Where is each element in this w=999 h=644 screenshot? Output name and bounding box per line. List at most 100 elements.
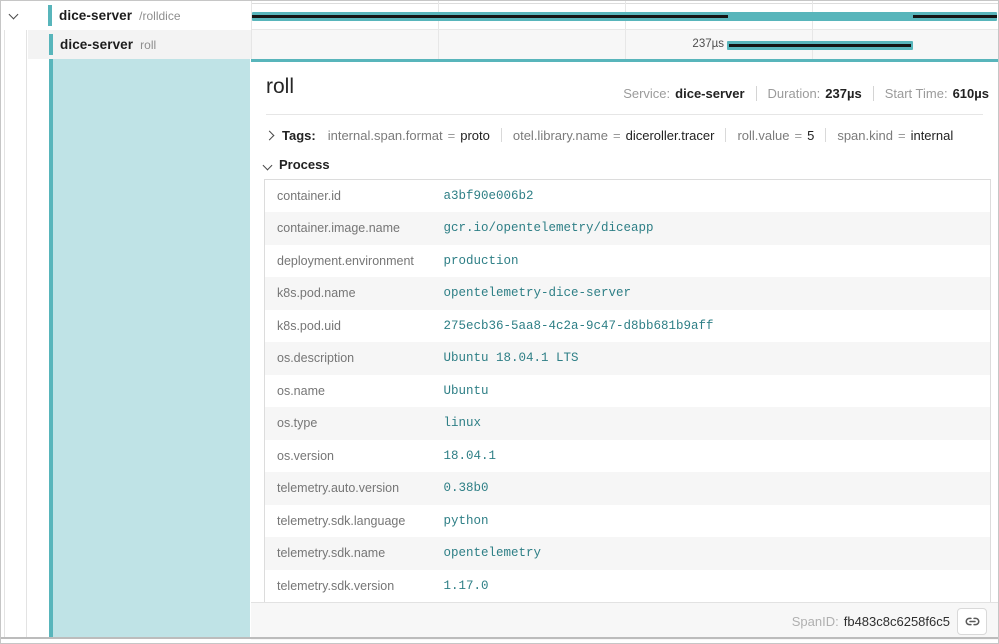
detail-row-bottom-border [1,637,998,639]
service-color-bar [48,5,52,26]
chevron-down-icon [263,160,273,170]
tag-item: roll.value = 5 [737,128,814,143]
indent-guide [4,30,5,637]
kv-value: gcr.io/opentelemetry/diceapp [444,212,991,245]
service-name: dice-server [59,8,132,23]
tag-item: span.kind = internal [837,128,953,143]
critical-path-segment [913,15,997,18]
kv-key: container.image.name [265,212,444,245]
tag-value: 5 [807,128,814,143]
gridline-50pct [625,1,626,59]
span-title: roll [266,75,294,99]
tag-equals: = [898,128,906,143]
duration-label: Duration: [768,86,821,101]
span-duration-label: 237µs [692,38,724,50]
copy-span-link-button[interactable] [957,608,987,635]
tags-accordion[interactable]: Tags: internal.span.format = proto otel.… [266,122,953,148]
kv-key: telemetry.sdk.language [265,505,444,538]
trace-timeline: 237µs [251,1,998,59]
kv-key: os.name [265,375,444,408]
meta-separator [873,86,874,101]
span-detail-panel: roll Service: dice-server Duration: 237µ… [251,59,998,637]
span-bar-roll[interactable] [727,41,913,50]
kv-key: telemetry.sdk.name [265,537,444,570]
kv-key: os.version [265,440,444,473]
duration-value: 237µs [825,86,861,101]
tag-key: roll.value [737,128,789,143]
kv-value: Ubuntu [444,375,991,408]
table-row: k8s.pod.name opentelemetry-dice-server [265,277,991,310]
critical-path-segment [729,44,911,47]
tag-equals: = [613,128,621,143]
tag-value: proto [460,128,490,143]
kv-value: 0.38b0 [444,472,991,505]
kv-key: deployment.environment [265,245,444,278]
service-color-bar [49,34,53,55]
tag-item: internal.span.format = proto [328,128,490,143]
span-meta: Service: dice-server Duration: 237µs Sta… [623,86,989,101]
table-row: container.image.name gcr.io/opentelemetr… [265,212,991,245]
table-row: k8s.pod.uid 275ecb36-5aa8-4c2a-9c47-d8bb… [265,310,991,343]
table-row: os.version 18.04.1 [265,440,991,473]
table-row: telemetry.auto.version 0.38b0 [265,472,991,505]
process-accordion[interactable]: Process [264,152,330,176]
process-kv-table: container.id a3bf90e006b2 container.imag… [264,179,991,603]
indent-guide [26,30,27,637]
kv-key: os.description [265,342,444,375]
span-row-roll[interactable]: dice-server roll [28,30,251,59]
tag-equals: = [795,128,803,143]
gridline-25pct [438,1,439,59]
tag-separator [825,128,826,142]
kv-value: Ubuntu 18.04.1 LTS [444,342,991,375]
gridline-75pct [812,1,813,59]
tags-label: Tags: [282,128,316,143]
kv-key: os.type [265,407,444,440]
tag-key: otel.library.name [513,128,608,143]
table-row: deployment.environment production [265,245,991,278]
kv-value: a3bf90e006b2 [444,180,991,213]
kv-key: k8s.pod.uid [265,310,444,343]
operation-name: /rolldice [139,9,180,23]
operation-name: roll [140,38,156,52]
kv-value: linux [444,407,991,440]
kv-value: opentelemetry [444,537,991,570]
name-column-border [251,1,252,59]
table-row: telemetry.sdk.name opentelemetry [265,537,991,570]
span-bar-rolldice[interactable] [252,12,997,21]
table-row: os.description Ubuntu 18.04.1 LTS [265,342,991,375]
link-icon [965,614,980,629]
span-row-rolldice[interactable]: dice-server /rolldice [1,1,251,30]
kv-value: 18.04.1 [444,440,991,473]
kv-key: container.id [265,180,444,213]
start-time-label: Start Time: [885,86,948,101]
table-row: container.id a3bf90e006b2 [265,180,991,213]
kv-key: telemetry.auto.version [265,472,444,505]
start-time-value: 610µs [953,86,989,101]
tag-key: internal.span.format [328,128,443,143]
tag-value: internal [911,128,954,143]
kv-key: k8s.pod.name [265,277,444,310]
service-name: dice-server [60,37,133,52]
process-label: Process [279,157,330,172]
meta-separator [756,86,757,101]
kv-value: 1.17.0 [444,570,991,603]
spanid-label: SpanID: [792,614,839,629]
table-row: os.type linux [265,407,991,440]
tag-value: diceroller.tracer [626,128,715,143]
tag-separator [725,128,726,142]
service-label: Service: [623,86,670,101]
spanid-value: fb483c8c6258f6c5 [844,614,950,629]
tag-item: otel.library.name = diceroller.tracer [513,128,715,143]
kv-value: opentelemetry-dice-server [444,277,991,310]
kv-value: 275ecb36-5aa8-4c2a-9c47-d8bb681b9aff [444,310,991,343]
tag-key: span.kind [837,128,893,143]
kv-key: telemetry.sdk.version [265,570,444,603]
tag-equals: = [448,128,456,143]
header-divider [266,114,983,115]
kv-value: production [444,245,991,278]
table-row: telemetry.sdk.version 1.17.0 [265,570,991,603]
service-value: dice-server [675,86,744,101]
selected-span-accent-block [53,59,250,637]
collapse-children-icon[interactable] [9,9,19,19]
tag-separator [501,128,502,142]
